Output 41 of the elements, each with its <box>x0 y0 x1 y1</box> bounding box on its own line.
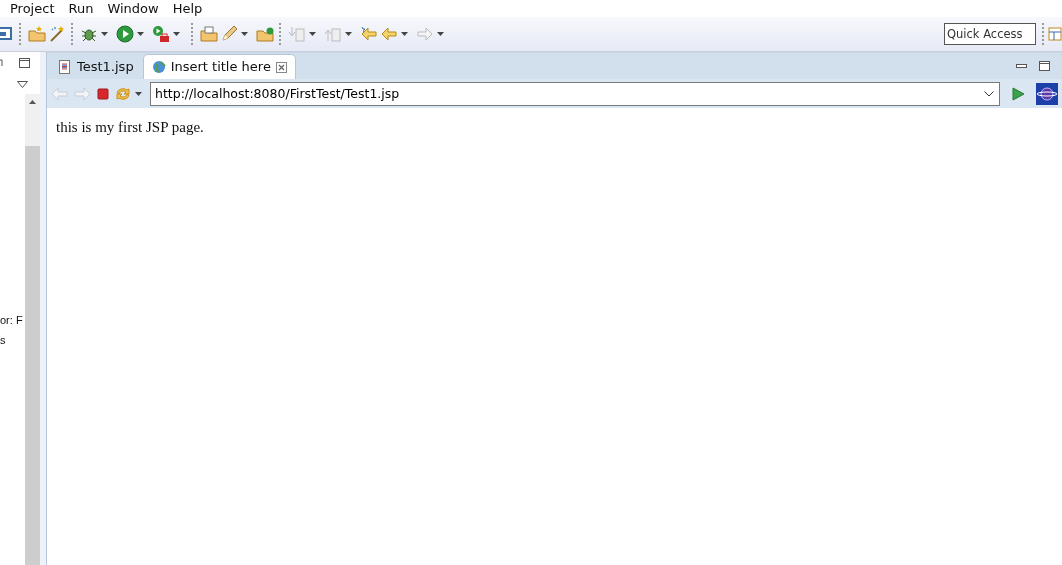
caret-icon[interactable] <box>135 91 142 96</box>
panel-text: s <box>0 332 6 348</box>
scrollbar[interactable] <box>25 94 40 565</box>
caret-icon[interactable] <box>101 32 108 36</box>
folder-icon[interactable] <box>200 25 218 43</box>
menu-item[interactable]: Help <box>172 1 203 16</box>
caret-icon[interactable] <box>309 32 316 36</box>
quick-access-field[interactable]: Quick Access <box>944 23 1036 45</box>
wand-icon[interactable] <box>48 25 66 43</box>
menu-item[interactable]: Project <box>10 1 55 16</box>
editor-tab[interactable]: Test1.jsp <box>49 54 143 79</box>
caret-icon[interactable] <box>437 32 444 36</box>
window-icon[interactable] <box>0 25 14 43</box>
caret-icon[interactable] <box>401 32 408 36</box>
maximize-icon[interactable] <box>1039 61 1050 71</box>
menu-item[interactable]: Window <box>107 1 159 16</box>
dropdown-icon[interactable] <box>984 90 994 97</box>
pen-icon[interactable] <box>220 25 238 43</box>
url-field[interactable]: http://localhost:8080/FirstTest/Test1.jsp <box>150 81 1000 106</box>
go-icon[interactable] <box>1010 85 1026 102</box>
caret-icon[interactable] <box>137 32 144 36</box>
caret-icon[interactable] <box>241 32 248 36</box>
scroll-up-icon[interactable] <box>29 100 36 104</box>
play-icon[interactable] <box>116 25 134 43</box>
editor-tab[interactable]: Insert title here <box>142 54 296 79</box>
globe-icon <box>151 60 166 74</box>
tool-icon[interactable] <box>152 25 170 43</box>
folder-icon[interactable] <box>256 25 274 43</box>
page-text: this is my first JSP page. <box>56 119 204 135</box>
back-arrow-icon[interactable] <box>360 25 378 43</box>
stop-icon[interactable] <box>95 85 111 102</box>
caret-icon[interactable] <box>173 32 180 36</box>
perspective-icon[interactable] <box>1048 26 1062 42</box>
maximize-icon[interactable] <box>19 58 30 68</box>
close-icon[interactable] <box>275 61 287 73</box>
browser-logo-icon[interactable] <box>1036 82 1058 105</box>
panel-text: or: F <box>0 313 23 328</box>
view-menu-icon[interactable] <box>17 80 28 88</box>
menu-item[interactable]: Run <box>68 1 94 16</box>
caret-icon[interactable] <box>345 32 352 36</box>
file-icon <box>58 60 72 74</box>
